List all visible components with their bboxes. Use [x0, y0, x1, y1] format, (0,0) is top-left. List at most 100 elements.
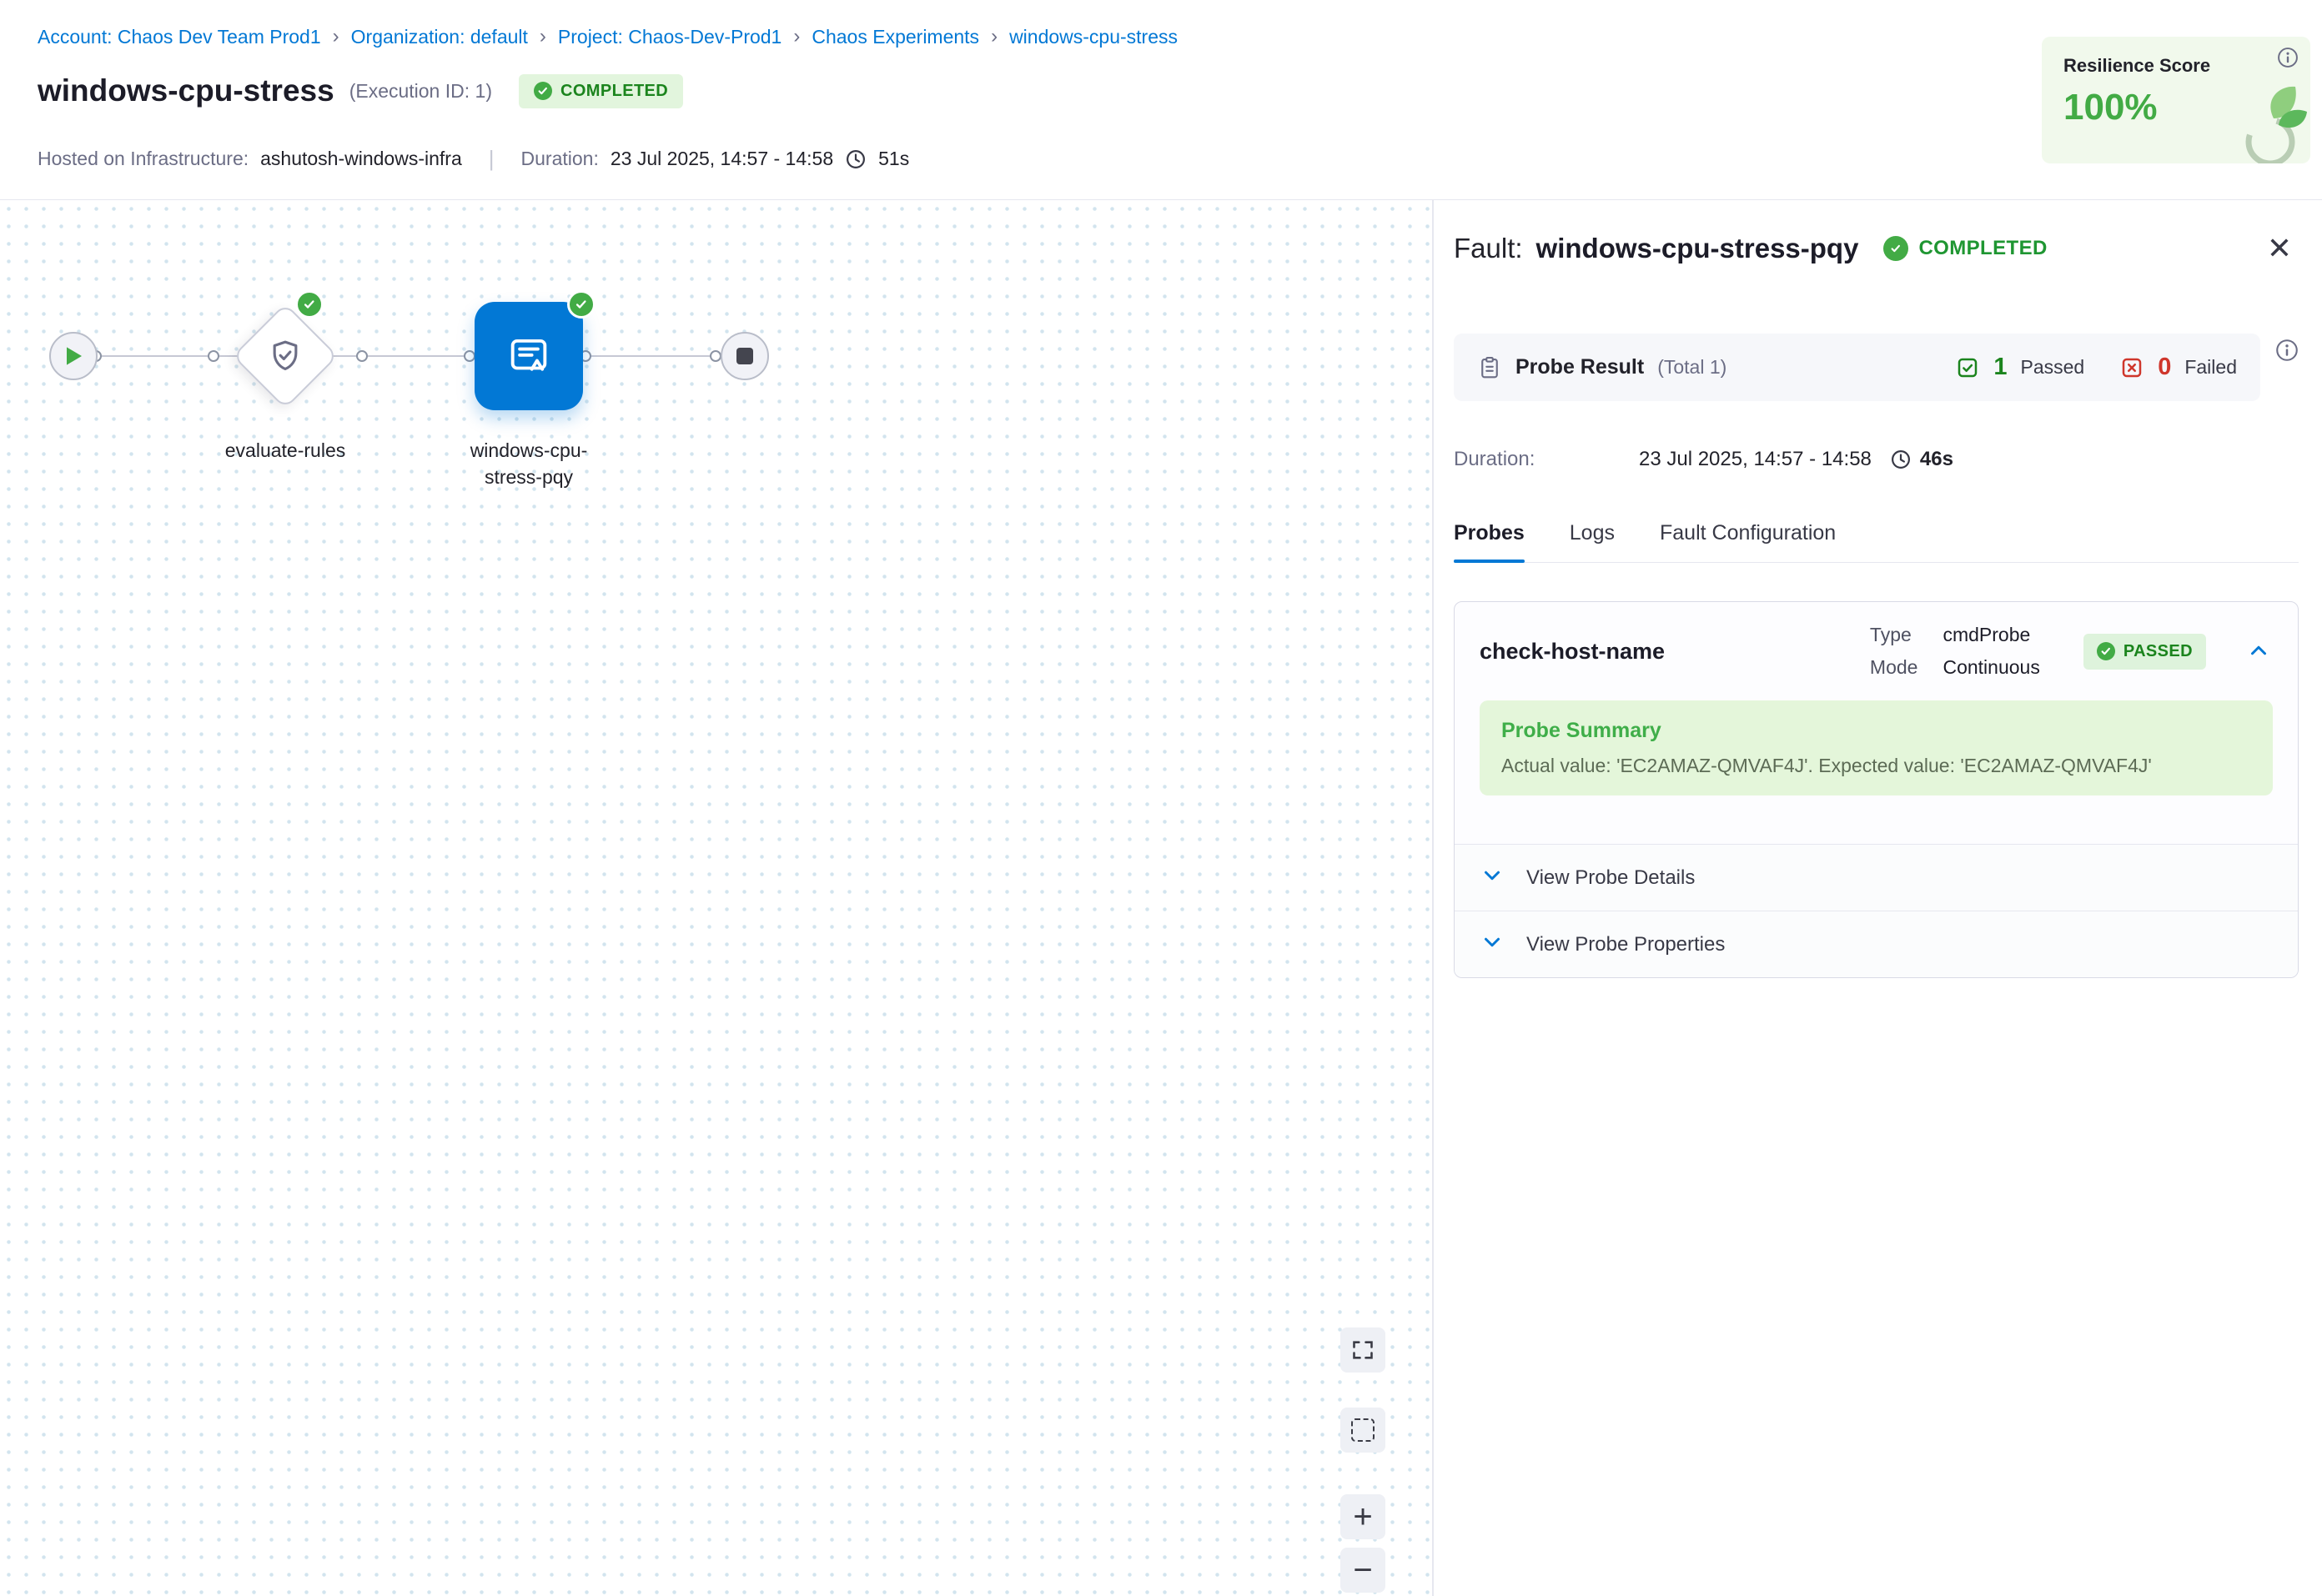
zoom-in-button[interactable]: + — [1340, 1494, 1385, 1539]
failed-count: 0 — [2158, 354, 2171, 381]
probe-status-badge: PASSED — [2083, 634, 2206, 670]
node-success-badge-icon — [567, 290, 596, 319]
failed-icon — [2119, 355, 2144, 380]
probe-card-header[interactable]: check-host-name Type cmdProbe Mode Conti… — [1455, 602, 2298, 694]
probe-result-summary: Probe Result (Total 1) 1 Passed 0 Failed — [1454, 334, 2260, 401]
view-probe-properties-row[interactable]: View Probe Properties — [1455, 911, 2298, 977]
zoom-out-button[interactable]: − — [1340, 1548, 1385, 1593]
view-probe-details-row[interactable]: View Probe Details — [1455, 844, 2298, 911]
passed-count: 1 — [1993, 354, 2007, 381]
check-circle-icon — [1883, 236, 1908, 261]
fault-status-label: COMPLETED — [1918, 237, 2047, 260]
probe-summary-box: Probe Summary Actual value: 'EC2AMAZ-QMV… — [1480, 700, 2273, 795]
probe-status-label: PASSED — [2123, 642, 2193, 661]
breadcrumb-chaos-experiments[interactable]: Chaos Experiments — [812, 26, 979, 48]
meta-divider: | — [489, 146, 495, 172]
fault-node[interactable] — [475, 302, 583, 410]
evaluate-rules-node[interactable] — [232, 303, 338, 409]
marquee-icon — [1351, 1418, 1375, 1442]
fault-header: Fault: windows-cpu-stress-pqy COMPLETED … — [1454, 230, 2299, 267]
clock-icon — [845, 148, 867, 170]
experiment-status-badge: COMPLETED — [519, 74, 683, 108]
shield-check-icon — [267, 338, 304, 374]
breadcrumb-project[interactable]: Project: Chaos-Dev-Prod1 — [558, 26, 782, 48]
fault-title-label: Fault: — [1454, 233, 1523, 264]
node-port — [208, 350, 219, 362]
execution-id: (Execution ID: 1) — [349, 80, 492, 103]
view-probe-properties-label: View Probe Properties — [1526, 933, 1725, 956]
passed-label: Passed — [2020, 356, 2084, 379]
failed-label: Failed — [2184, 356, 2237, 379]
duration-label: Duration: — [521, 148, 599, 170]
fullscreen-icon — [1351, 1338, 1375, 1362]
breadcrumb-current[interactable]: windows-cpu-stress — [1009, 26, 1178, 48]
fault-duration-value: 23 Jul 2025, 14:57 - 14:58 — [1639, 448, 1872, 471]
probe-mode-value: Continuous — [1943, 656, 2039, 679]
evaluate-rules-label: evaluate-rules — [185, 437, 385, 464]
stop-icon — [736, 348, 753, 364]
play-icon — [63, 345, 83, 367]
pipeline-end-node[interactable] — [721, 332, 769, 380]
resilience-score-label: Resilience Score — [2063, 55, 2289, 77]
fault-node-label: windows-cpu-stress-pqy — [454, 437, 604, 490]
clipboard-icon — [1477, 355, 1502, 380]
leaf-decoration-icon — [2209, 82, 2309, 163]
fullscreen-button[interactable] — [1340, 1327, 1385, 1373]
title-row: windows-cpu-stress (Execution ID: 1) COM… — [38, 73, 683, 108]
pipeline-start-node[interactable] — [49, 332, 98, 380]
tab-fault-configuration[interactable]: Fault Configuration — [1660, 521, 1836, 562]
breadcrumb-separator: › — [991, 25, 998, 48]
probe-mode-label: Mode — [1870, 656, 1918, 679]
node-port — [464, 350, 475, 362]
check-circle-icon — [534, 82, 552, 100]
passed-icon — [1955, 355, 1980, 380]
experiment-meta: Hosted on Infrastructure: ashutosh-windo… — [38, 146, 909, 172]
probe-type-label: Type — [1870, 624, 1918, 646]
experiment-status-label: COMPLETED — [560, 82, 668, 101]
tab-logs[interactable]: Logs — [1570, 521, 1615, 562]
infrastructure-label: Hosted on Infrastructure: — [38, 148, 249, 170]
fault-details-panel: Fault: windows-cpu-stress-pqy COMPLETED … — [1433, 200, 2322, 1596]
fault-duration-label: Duration: — [1454, 448, 1639, 471]
probe-name: check-host-name — [1480, 639, 1665, 665]
fault-tabs: Probes Logs Fault Configuration — [1454, 521, 2299, 563]
fault-status: COMPLETED — [1883, 236, 2047, 261]
node-port — [356, 350, 368, 362]
info-icon[interactable] — [2277, 47, 2299, 68]
view-probe-details-label: View Probe Details — [1526, 866, 1695, 890]
chevron-up-icon — [2246, 638, 2271, 663]
probe-result-counts: 1 Passed 0 Failed — [1955, 354, 2237, 381]
fault-title-value: windows-cpu-stress-pqy — [1536, 233, 1859, 264]
info-icon[interactable] — [2275, 339, 2299, 362]
close-panel-button[interactable]: ✕ — [2260, 230, 2299, 267]
fault-duration-row: Duration: 23 Jul 2025, 14:57 - 14:58 46s — [1454, 448, 2299, 471]
resilience-score-card: Resilience Score 100% — [2042, 37, 2310, 163]
duration-value: 23 Jul 2025, 14:57 - 14:58 — [611, 148, 833, 170]
selection-button[interactable] — [1340, 1408, 1385, 1453]
page-title: windows-cpu-stress — [38, 73, 334, 108]
probe-card: check-host-name Type cmdProbe Mode Conti… — [1454, 601, 2299, 978]
probe-summary-text: Actual value: 'EC2AMAZ-QMVAF4J'. Expecte… — [1501, 755, 2251, 777]
probe-result-total: (Total 1) — [1657, 356, 1726, 379]
tab-probes[interactable]: Probes — [1454, 521, 1525, 562]
probe-summary-title: Probe Summary — [1501, 719, 2251, 743]
breadcrumb-separator: › — [793, 25, 800, 48]
canvas-controls: + − — [1340, 1327, 1385, 1593]
chevron-down-icon — [1480, 930, 1505, 959]
check-circle-icon — [2097, 642, 2115, 660]
infrastructure-value: ashutosh-windows-infra — [260, 148, 462, 170]
collapse-probe-button[interactable] — [2244, 637, 2273, 665]
breadcrumb-organization[interactable]: Organization: default — [351, 26, 528, 48]
duration-elapsed: 51s — [878, 148, 909, 170]
pipeline-canvas[interactable]: evaluate-rules windows-cpu-stress-pqy + … — [0, 200, 1433, 1596]
breadcrumb-account[interactable]: Account: Chaos Dev Team Prod1 — [38, 26, 321, 48]
breadcrumb: Account: Chaos Dev Team Prod1 › Organiza… — [38, 25, 1178, 48]
probe-links: View Probe Details View Probe Properties — [1455, 844, 2298, 977]
page-header: Account: Chaos Dev Team Prod1 › Organiza… — [0, 0, 2322, 200]
probe-meta: Type cmdProbe Mode Continuous — [1870, 624, 2040, 679]
chevron-down-icon — [1480, 863, 1505, 892]
fault-icon — [505, 332, 553, 380]
node-success-badge-icon — [295, 290, 324, 319]
probe-result-title: Probe Result — [1515, 355, 1644, 379]
flow-connector-line — [73, 355, 745, 357]
